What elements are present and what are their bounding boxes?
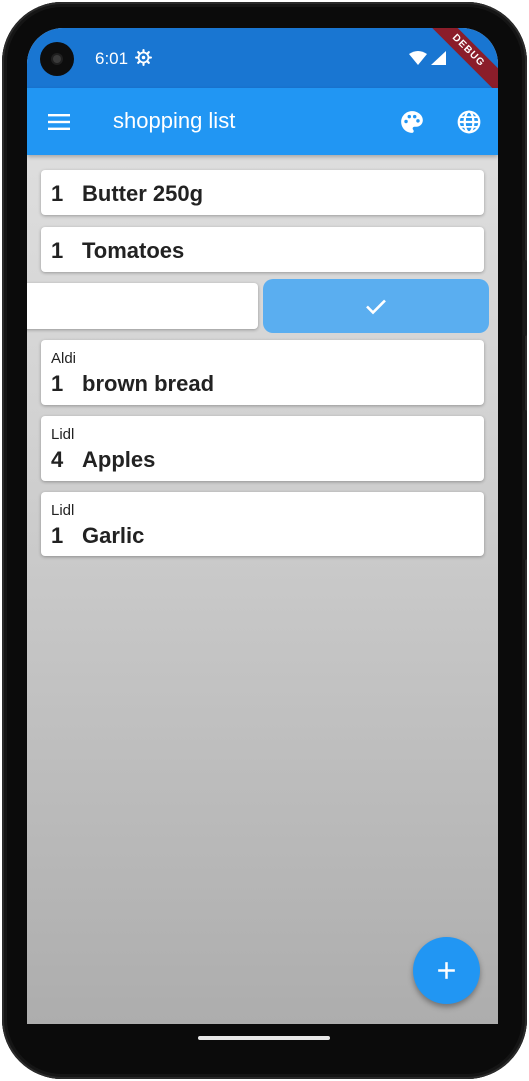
item-quantity: 4: [51, 447, 64, 472]
status-bar: 6:01 DEBUG: [27, 28, 498, 100]
check-icon: [366, 299, 386, 315]
list-item[interactable]: 1 Butter 250g: [41, 170, 484, 215]
plus-icon: [438, 962, 455, 979]
page-title: shopping list: [113, 108, 236, 133]
home-indicator[interactable]: [198, 1036, 330, 1040]
settings-gear-icon: [135, 49, 152, 66]
item-name: Butter 250g: [82, 181, 204, 206]
palette-icon[interactable]: [399, 109, 425, 135]
list-item[interactable]: Aldi 1 brown bread: [41, 340, 484, 405]
item-store: Lidl: [51, 502, 75, 519]
item-name: Apples: [82, 447, 156, 472]
front-camera: [40, 42, 74, 76]
add-item-button[interactable]: [413, 937, 480, 1004]
item-name: Tomatoes: [82, 238, 185, 263]
status-time: 6:01: [95, 49, 129, 68]
wifi-icon: [409, 51, 427, 65]
swiping-list-item[interactable]: [27, 283, 258, 329]
item-quantity: 1: [51, 181, 64, 206]
screen: 6:01 DEBUG shopping list 1 Butter 250g 1…: [27, 28, 498, 1024]
menu-icon[interactable]: [47, 110, 71, 134]
signal-icon: [431, 51, 446, 65]
item-quantity: 1: [51, 371, 64, 396]
item-name: Garlic: [82, 523, 145, 548]
item-quantity: 1: [51, 523, 64, 548]
power-button: [523, 410, 527, 560]
list-item[interactable]: Lidl 1 Garlic: [41, 492, 484, 556]
item-quantity: 1: [51, 238, 64, 263]
item-name: brown bread: [82, 371, 215, 396]
item-store: Aldi: [51, 350, 77, 367]
status-icons: [409, 51, 446, 65]
list-item[interactable]: 1 Tomatoes: [41, 227, 484, 272]
list-item[interactable]: Lidl 4 Apples: [41, 416, 484, 481]
volume-button: [523, 260, 527, 336]
globe-icon[interactable]: [456, 109, 482, 135]
swipe-done-action[interactable]: [263, 279, 489, 333]
item-store: Lidl: [51, 426, 75, 443]
app-bar: shopping list: [27, 88, 498, 155]
